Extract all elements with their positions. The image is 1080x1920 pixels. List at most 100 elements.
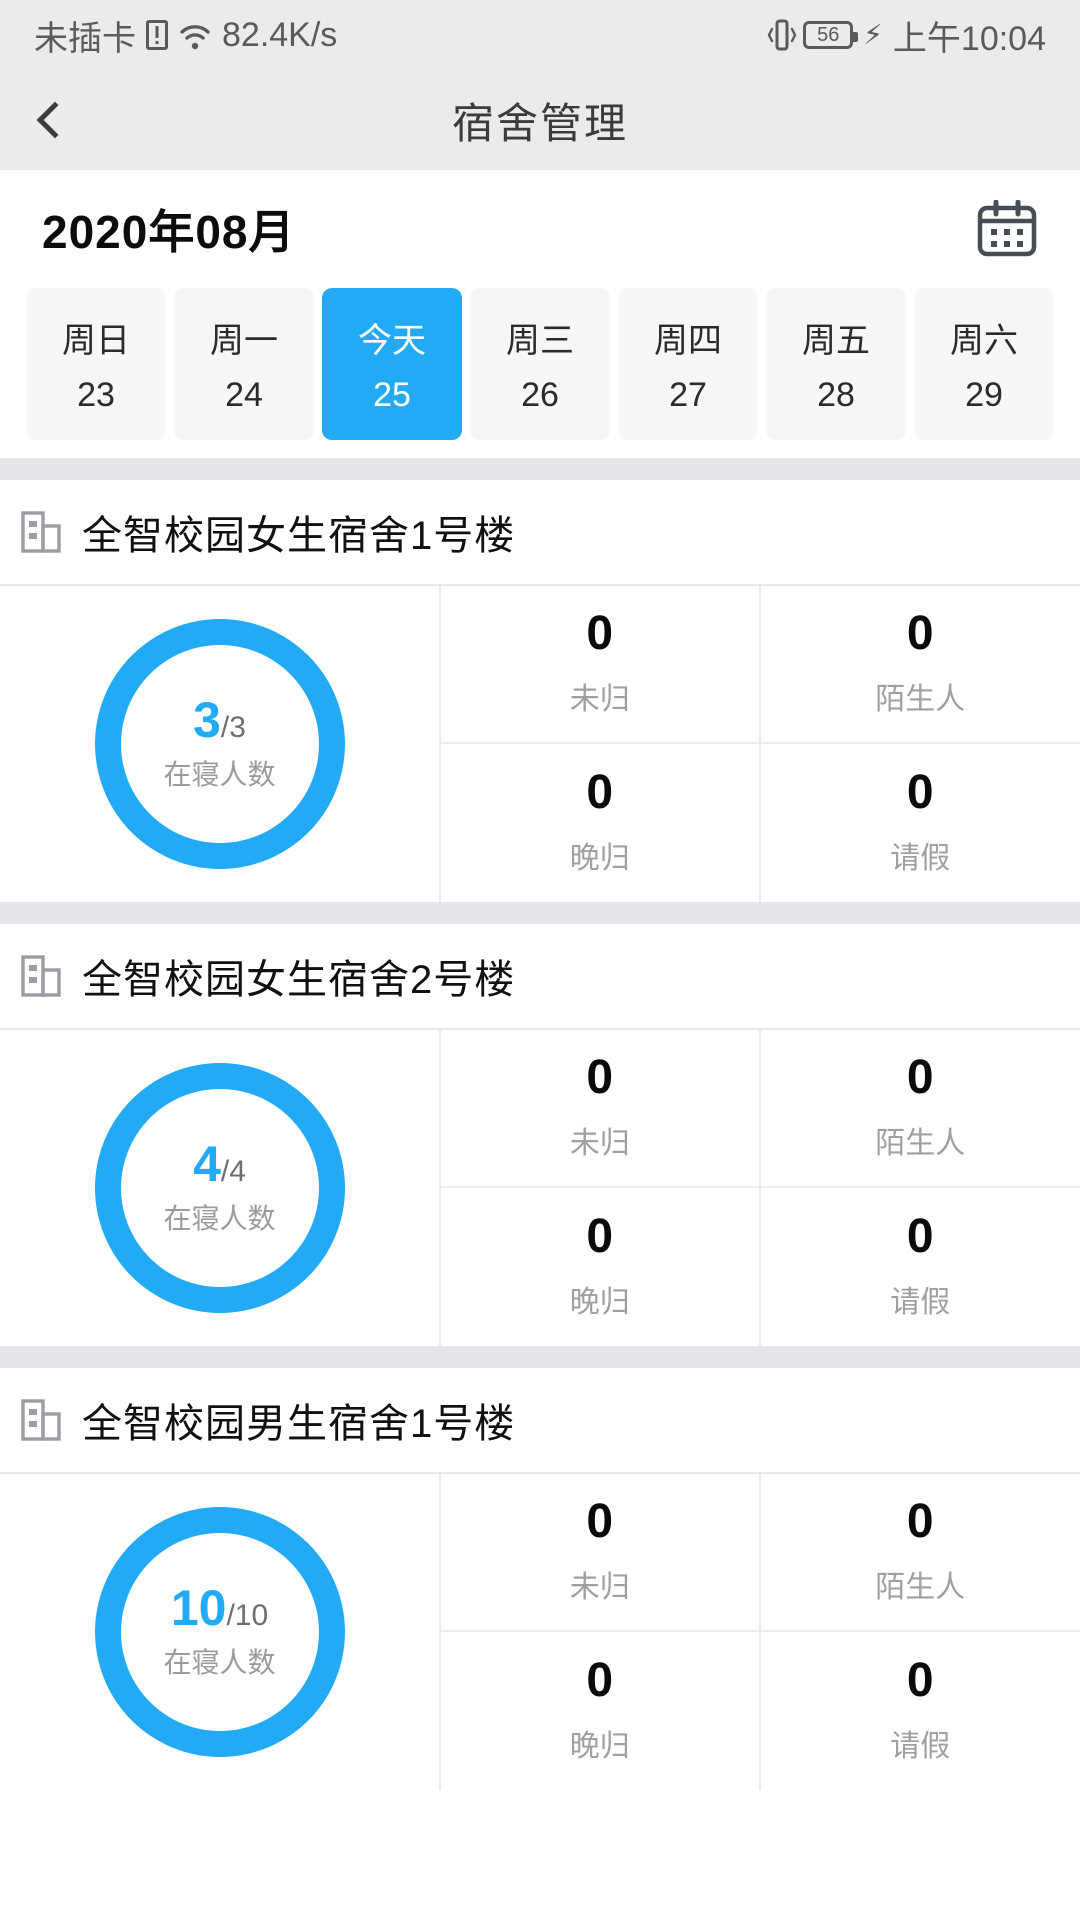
stat-cell-leave[interactable]: 0 请假 [761,744,1080,902]
donut-values: 10 /10 [171,1583,268,1633]
title-bar: 宿舍管理 [0,70,1080,170]
stat-label: 请假 [890,1730,951,1763]
day-number: 28 [817,376,855,414]
stat-cell-not-returned[interactable]: 0 未归 [441,586,761,744]
stat-value: 0 [586,1210,614,1263]
stat-cell-late-return[interactable]: 0 晚归 [441,1188,761,1346]
day-tab-0[interactable]: 周日 23 [26,288,166,440]
stat-cell-stranger[interactable]: 0 陌生人 [760,1030,1080,1188]
stat-value: 0 [906,1051,934,1104]
day-name: 周六 [950,322,1018,360]
battery-level-label: 56 [817,24,840,46]
building-icon [20,1398,62,1442]
day-tab-4[interactable]: 周四 27 [618,288,758,440]
occupancy-caption: 在寝人数 [163,1203,276,1234]
stat-cell-stranger[interactable]: 0 陌生人 [760,586,1080,744]
occupancy-total: /10 [226,1599,269,1632]
day-name: 周三 [506,322,574,360]
stat-value: 0 [586,607,614,660]
page-title: 宿舍管理 [451,99,628,147]
stat-label: 陌生人 [875,1127,966,1160]
day-name: 周五 [802,322,870,360]
stat-label: 未归 [569,1127,630,1160]
dormitory-management-screen: 未插卡 82.4K/s 56 ⚡ 上午10:04 宿舍管理 2020年08月 周… [0,0,1080,1920]
day-name: 周四 [654,322,722,360]
wifi-icon [178,21,212,50]
day-tab-3[interactable]: 周三 26 [470,288,610,440]
stat-value: 0 [586,1495,614,1548]
donut-values: 3 /3 [193,695,246,745]
section-divider [0,902,1080,924]
stat-value: 0 [906,1210,934,1263]
day-number: 25 [373,376,411,414]
sim-card-alert-icon [146,20,168,50]
stat-cell-stranger[interactable]: 0 陌生人 [760,1474,1080,1632]
stat-cell-late-return[interactable]: 0 晚归 [441,744,761,902]
stat-label: 未归 [569,683,630,716]
building-header-1[interactable]: 全智校园女生宿舍2号楼 [0,924,1080,1028]
stat-label: 请假 [890,842,951,875]
building-stats-1: 4 /4 在寝人数 0 未归 0 陌生人 0 晚归 0 请假 [0,1028,1080,1346]
stat-cell-not-returned[interactable]: 0 未归 [441,1474,761,1632]
day-tab-1[interactable]: 周一 24 [174,288,314,440]
occupancy-donut-0: 3 /3 在寝人数 [0,586,441,902]
stat-value: 0 [586,766,614,819]
day-number: 29 [965,376,1003,414]
stat-cell-late-return[interactable]: 0 晚归 [441,1632,761,1790]
building-stats-0: 3 /3 在寝人数 0 未归 0 陌生人 0 晚归 0 请假 [0,584,1080,902]
network-speed-label: 82.4K/s [222,15,338,54]
building-name: 全智校园女生宿舍1号楼 [82,514,516,558]
day-number: 24 [225,376,263,414]
stat-value: 0 [906,1495,934,1548]
donut-ring: 4 /4 在寝人数 [94,1063,345,1313]
day-name: 周一 [210,322,278,360]
building-stats-2: 10 /10 在寝人数 0 未归 0 陌生人 0 晚归 0 请假 [0,1472,1080,1790]
stat-label: 陌生人 [875,683,966,716]
stat-cell-leave[interactable]: 0 请假 [761,1632,1080,1790]
stats-grid-2: 0 未归 0 陌生人 0 晚归 0 请假 [441,1474,1080,1790]
stat-cell-leave[interactable]: 0 请假 [761,1188,1080,1346]
day-name: 周日 [62,322,130,360]
donut-center: 10 /10 在寝人数 [120,1533,319,1731]
month-header: 2020年08月 [0,170,1080,288]
occupancy-donut-2: 10 /10 在寝人数 [0,1474,441,1790]
status-bar-left: 未插卡 82.4K/s [34,11,337,60]
donut-values: 4 /4 [193,1139,246,1189]
building-name: 全智校园女生宿舍2号楼 [82,958,516,1002]
day-tab-6[interactable]: 周六 29 [914,288,1054,440]
clock-label: 上午10:04 [892,19,1046,58]
donut-center: 4 /4 在寝人数 [120,1089,319,1287]
stat-label: 晚归 [569,842,630,875]
stat-label: 晚归 [569,1286,630,1319]
carrier-label: 未插卡 [34,19,136,58]
calendar-icon[interactable] [976,199,1038,258]
status-bar-right: 56 ⚡ 上午10:04 [767,11,1046,60]
occupancy-caption: 在寝人数 [163,1647,276,1678]
building-icon [20,954,62,998]
month-label: 2020年08月 [42,206,296,258]
section-divider [0,458,1080,480]
occupancy-total: /4 [220,1155,246,1188]
occupancy-caption: 在寝人数 [163,759,276,790]
occupancy-donut-1: 4 /4 在寝人数 [0,1030,441,1346]
building-header-2[interactable]: 全智校园男生宿舍1号楼 [0,1368,1080,1472]
day-number: 26 [521,376,559,414]
day-name: 今天 [358,322,426,360]
day-number: 23 [77,376,115,414]
stat-cell-not-returned[interactable]: 0 未归 [441,1030,761,1188]
building-icon [20,510,62,554]
stat-label: 未归 [569,1571,630,1604]
day-number: 27 [669,376,707,414]
day-tab-2-today[interactable]: 今天 25 [322,288,462,440]
battery-icon: 56 [803,21,859,49]
charging-bolt-icon: ⚡ [863,19,883,50]
stat-value: 0 [906,607,934,660]
building-header-0[interactable]: 全智校园女生宿舍1号楼 [0,480,1080,584]
stat-value: 0 [586,1654,614,1707]
stat-value: 0 [906,1654,934,1707]
stat-label: 晚归 [569,1730,630,1763]
day-tab-5[interactable]: 周五 28 [766,288,906,440]
stat-label: 陌生人 [875,1571,966,1604]
building-name: 全智校园男生宿舍1号楼 [82,1402,516,1446]
occupancy-current: 3 [193,692,221,748]
